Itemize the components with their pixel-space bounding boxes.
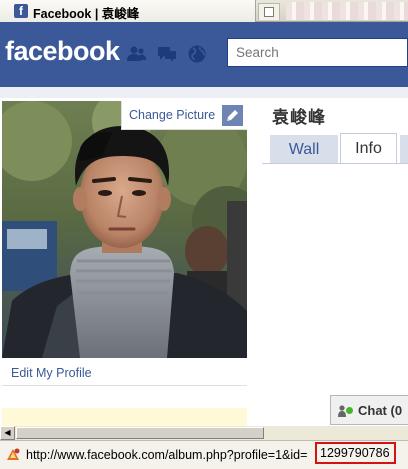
change-picture-button[interactable]: Change Picture [121, 101, 247, 130]
facebook-favicon-icon: f [14, 4, 28, 18]
tab-strip-background [286, 2, 408, 20]
messages-icon[interactable] [157, 44, 177, 64]
status-url: http://www.facebook.com/album.php?profil… [26, 448, 308, 462]
header-shadow-strip [0, 87, 408, 98]
profile-picture[interactable] [2, 101, 247, 358]
status-url-id-highlight: 1299790786 [315, 442, 396, 464]
facebook-logo[interactable]: facebook [5, 36, 120, 67]
chat-button[interactable]: Chat (0 [330, 395, 408, 425]
search-input[interactable] [228, 39, 407, 66]
profile-name: 袁峻峰 [272, 108, 326, 128]
browser-tab-facebook[interactable]: f Facebook | 袁峻峰 [0, 0, 256, 22]
chat-label: Chat (0 [358, 403, 403, 418]
scrollbar-thumb[interactable] [16, 427, 264, 439]
tab-next-partial[interactable] [400, 135, 408, 163]
notice-strip [2, 408, 247, 426]
browser-status-bar: http://www.facebook.com/album.php?profil… [0, 440, 408, 469]
person-icon [338, 405, 346, 417]
tabs-underline [262, 163, 408, 164]
online-status-icon [346, 407, 353, 414]
browser-tab-secondary[interactable] [258, 3, 280, 20]
horizontal-scrollbar[interactable]: ◀ [0, 426, 408, 440]
tab-info[interactable]: Info [340, 133, 397, 163]
change-picture-label: Change Picture [129, 108, 216, 122]
pencil-icon [222, 105, 243, 126]
search-box[interactable] [227, 38, 408, 67]
page-icon [264, 7, 274, 17]
divider [2, 385, 247, 386]
tab-wall[interactable]: Wall [270, 135, 338, 163]
notifications-globe-icon[interactable] [187, 44, 207, 64]
facebook-top-bar: facebook [0, 22, 408, 87]
browser-tab-strip: f Facebook | 袁峻峰 [0, 0, 408, 22]
scroll-left-arrow-icon[interactable]: ◀ [0, 426, 15, 440]
browser-status-icon [7, 448, 20, 460]
friend-requests-icon[interactable] [126, 44, 146, 64]
browser-tab-title: Facebook | 袁峻峰 [33, 7, 140, 21]
edit-my-profile-link[interactable]: Edit My Profile [11, 366, 92, 380]
